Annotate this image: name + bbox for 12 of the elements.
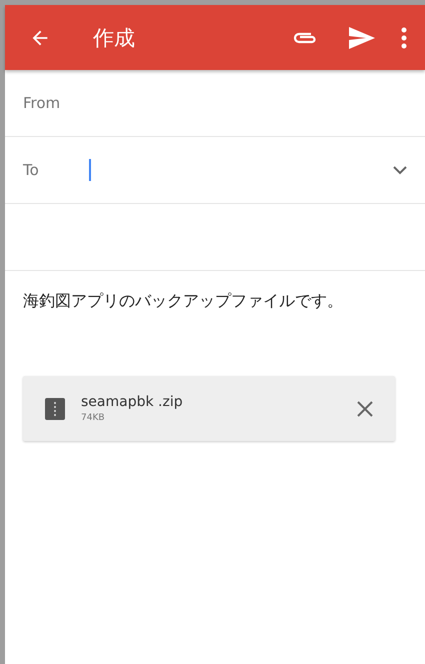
more-vert-icon <box>401 26 407 48</box>
from-label: From <box>23 94 62 112</box>
chevron-down-icon[interactable] <box>393 166 407 174</box>
message-body: 海釣図アプリのバックアップファイルです。 <box>22 290 344 312</box>
attachment-card[interactable]: seamapbk .zip 74KB <box>23 376 395 441</box>
close-icon <box>357 400 373 416</box>
send-icon <box>349 26 375 48</box>
attachment-name: seamapbk .zip <box>81 394 184 410</box>
to-label: To <box>23 161 40 179</box>
zip-file-icon <box>45 398 65 420</box>
screen-title: 作成 <box>93 24 136 52</box>
attachment-size: 74KB <box>81 413 106 423</box>
